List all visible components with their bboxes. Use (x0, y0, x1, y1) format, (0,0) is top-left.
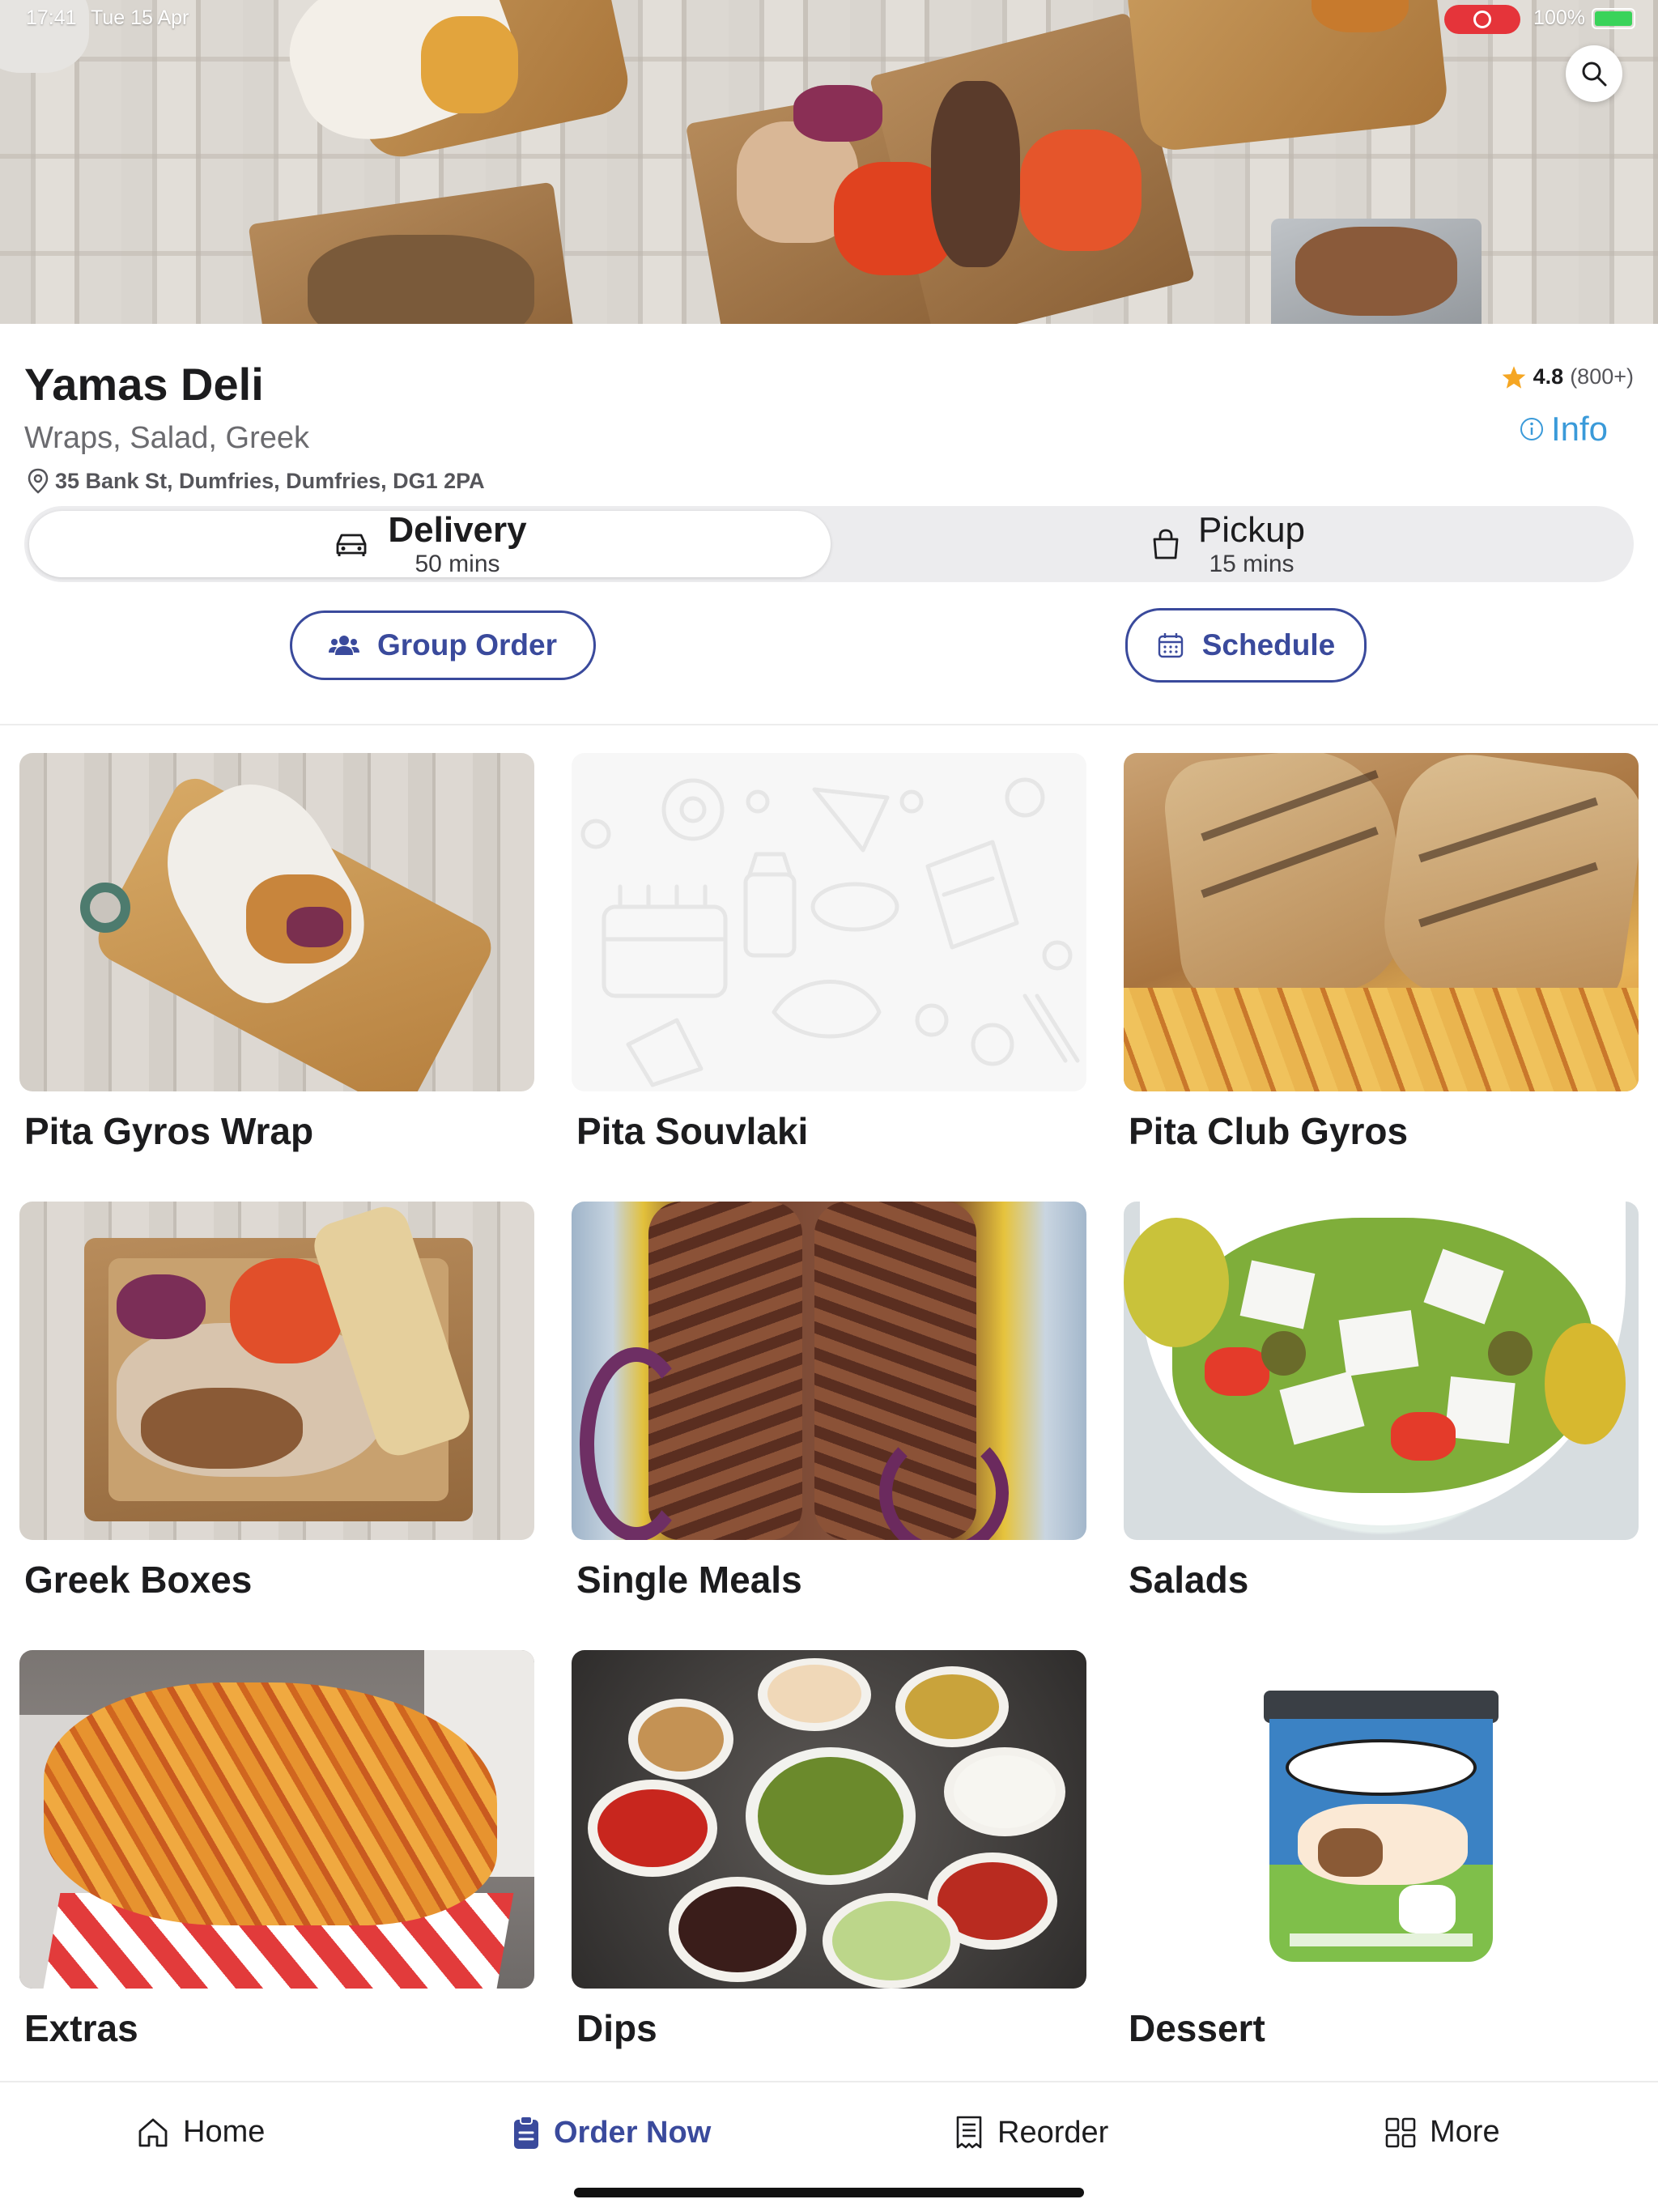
pickup-time: 15 mins (1209, 550, 1295, 577)
tab-reorder[interactable]: Reorder (954, 2115, 1108, 2150)
house-icon (138, 2118, 168, 2146)
status-date: Tue 15 Apr (91, 6, 189, 29)
category-image (1124, 753, 1639, 1091)
tab-order-now[interactable]: Order Now (512, 2115, 711, 2150)
delivery-label: Delivery (388, 510, 527, 551)
category-label: Single Meals (576, 1559, 802, 1601)
tab-more-label: More (1430, 2115, 1500, 2149)
tab-home-label: Home (183, 2115, 266, 2149)
group-order-label: Group Order (376, 628, 558, 661)
delivery-option[interactable]: Delivery 50 mins (29, 510, 831, 577)
store-info-link[interactable]: Info (1519, 410, 1608, 449)
rating-count: (800+) (1570, 364, 1634, 389)
group-order-button[interactable]: Group Order (290, 610, 596, 680)
category-tile[interactable]: Pita Souvlaki (572, 753, 1086, 1153)
category-tile[interactable]: Salads (1124, 1202, 1639, 1602)
category-label: Dessert (1129, 2007, 1265, 2049)
tab-order-now-label: Order Now (554, 2115, 712, 2150)
info-label: Info (1550, 410, 1608, 448)
category-label: Pita Gyros Wrap (24, 1110, 314, 1152)
category-image (572, 1202, 1086, 1540)
category-tile[interactable]: Dessert (1124, 1650, 1639, 2050)
category-label: Pita Club Gyros (1129, 1110, 1409, 1152)
search-icon (1582, 62, 1607, 87)
home-indicator (574, 2188, 1084, 2197)
store-banner-image: 17:41 Tue 15 Apr 100% (0, 0, 1658, 324)
tab-home[interactable]: Home (136, 2115, 265, 2150)
category-image (19, 1650, 534, 1989)
category-tile[interactable]: Dips (572, 1650, 1086, 2050)
category-image (1124, 1650, 1639, 1989)
category-label: Salads (1129, 1559, 1249, 1601)
clipboard-icon (514, 2116, 538, 2149)
star-icon (1502, 365, 1525, 389)
category-tile[interactable]: Single Meals (572, 1202, 1086, 1602)
search-button[interactable] (1566, 45, 1622, 102)
category-tile[interactable]: Greek Boxes (19, 1202, 534, 1602)
receipt-icon (956, 2116, 982, 2149)
delivery-time: 50 mins (414, 550, 500, 577)
category-image (19, 753, 534, 1091)
category-image (572, 753, 1086, 1091)
info-icon (1520, 418, 1543, 440)
category-label: Extras (24, 2007, 138, 2049)
shopping-bag-icon (1153, 529, 1179, 559)
store-address-text: 35 Bank St, Dumfries, Dumfries, DG1 2PA (55, 468, 485, 493)
category-image (572, 1650, 1086, 1989)
status-battery: 100% (1533, 6, 1585, 29)
category-tile[interactable]: Extras (19, 1650, 534, 2050)
category-label: Pita Souvlaki (576, 1110, 809, 1152)
status-time: 17:41 (26, 6, 77, 29)
fulfillment-toggle: Delivery 50 mins Pickup 15 mins (24, 506, 1634, 582)
section-divider (0, 724, 1658, 725)
category-tile[interactable]: Pita Club Gyros (1124, 753, 1639, 1153)
category-label: Greek Boxes (24, 1559, 253, 1601)
group-icon (328, 636, 359, 655)
screen-recording-indicator (1444, 5, 1520, 34)
category-image (19, 1202, 534, 1540)
food-doodle-placeholder (580, 777, 1080, 1087)
pickup-label: Pickup (1197, 510, 1306, 551)
grid-icon (1385, 2117, 1416, 2147)
tab-reorder-label: Reorder (997, 2115, 1109, 2150)
calendar-icon (1158, 633, 1183, 658)
rating-value: 4.8 (1533, 364, 1564, 389)
battery-icon (1592, 8, 1635, 29)
pickup-option[interactable]: Pickup 15 mins (827, 510, 1629, 577)
car-icon (336, 534, 367, 556)
store-cuisine: Wraps, Salad, Greek (24, 421, 310, 455)
schedule-label: Schedule (1201, 628, 1336, 661)
tab-more[interactable]: More (1384, 2115, 1500, 2150)
store-rating: 4.8 (800+) (1501, 364, 1634, 389)
store-address: 35 Bank St, Dumfries, Dumfries, DG1 2PA (28, 468, 485, 494)
schedule-button[interactable]: Schedule (1125, 608, 1367, 683)
category-image (1124, 1202, 1639, 1540)
category-tile[interactable]: Pita Gyros Wrap (19, 753, 534, 1153)
map-pin-icon (28, 468, 49, 494)
category-label: Dips (576, 2007, 657, 2049)
store-name: Yamas Deli (24, 359, 264, 410)
